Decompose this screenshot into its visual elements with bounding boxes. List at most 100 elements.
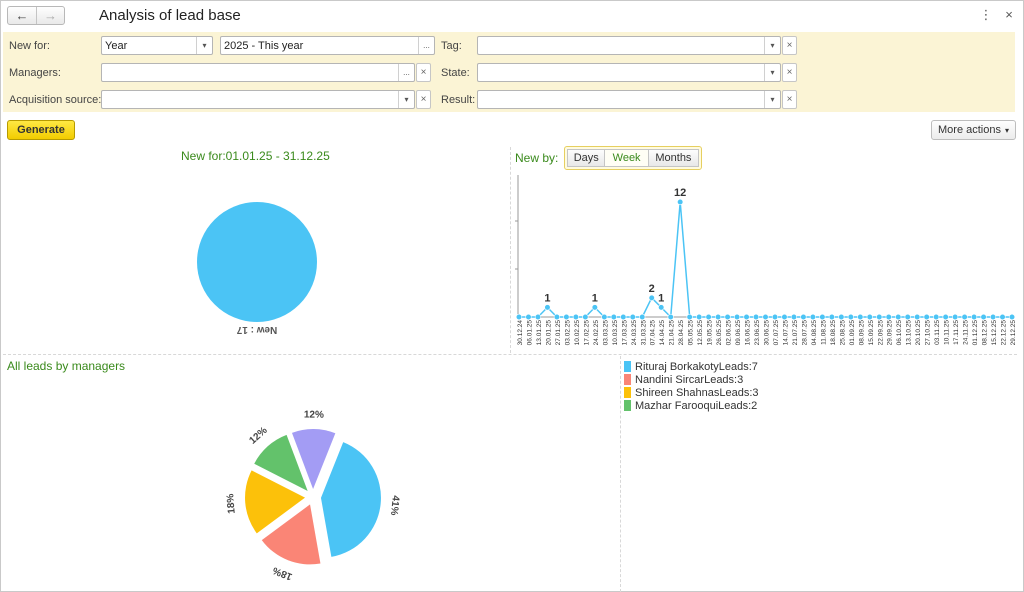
data-point (714, 313, 722, 321)
more-actions-button[interactable]: More actions ▾ (931, 120, 1016, 140)
clear-tag-icon[interactable]: × (782, 36, 797, 55)
managers-pie-chart: 41% 18% 18% 12% 12% (225, 410, 401, 582)
choice-ellipsis-icon[interactable]: ... (418, 37, 434, 54)
more-menu-icon[interactable]: ⋮ (979, 7, 993, 23)
pie-percent-label: 12% (304, 410, 324, 421)
managers-field[interactable]: ... (101, 63, 415, 82)
x-tick-label: 07.04.25 (650, 320, 657, 346)
data-point (809, 313, 817, 321)
legend-label: Nandini SircarLeads:3 (635, 373, 744, 386)
x-tick-label: 05.05.25 (688, 320, 695, 346)
period-field[interactable]: 2025 - This year ... (220, 36, 435, 55)
x-tick-label: 01.09.25 (849, 320, 856, 346)
chart-axes (515, 175, 1015, 318)
x-tick-label: 15.09.25 (868, 320, 875, 346)
data-point (790, 313, 798, 321)
data-point (733, 313, 741, 321)
section-divider (3, 354, 1017, 355)
tag-select[interactable]: ▾ (477, 36, 781, 55)
x-tick-label: 07.07.25 (773, 320, 780, 346)
data-point (885, 313, 892, 321)
pie-slice-new (197, 202, 317, 322)
legend-swatch (624, 387, 631, 398)
report-window: ← → Analysis of lead base ⋮ × New for: Y… (0, 0, 1024, 592)
clear-acquisition-source-icon[interactable]: × (416, 90, 431, 109)
legend-item: Nandini SircarLeads:3 (624, 373, 759, 386)
new-by-label: New by: (515, 151, 559, 165)
x-tick-label: 12.05.25 (697, 320, 704, 346)
data-point (648, 294, 655, 301)
dropdown-arrow-icon: ▾ (1004, 125, 1009, 135)
data-point (999, 313, 1006, 321)
filter-panel: New for: Year ▾ 2025 - This year ... Tag… (3, 32, 1015, 112)
data-point (771, 313, 779, 321)
data-point (525, 313, 532, 321)
data-point (724, 313, 731, 321)
data-point (828, 313, 835, 321)
legend-item: Mazhar FarooquiLeads:2 (624, 399, 759, 412)
dropdown-arrow-icon[interactable]: ▾ (764, 91, 780, 108)
data-point (895, 313, 902, 321)
period-type-select[interactable]: Year ▾ (101, 36, 213, 55)
dropdown-arrow-icon[interactable]: ▾ (196, 37, 212, 54)
x-tick-label: 22.12.25 (1001, 320, 1008, 346)
data-point (677, 198, 684, 206)
x-tick-label: 09.06.25 (735, 320, 742, 346)
data-label: 1 (658, 292, 664, 304)
back-arrow-icon[interactable]: ← (8, 7, 36, 24)
result-select[interactable]: ▾ (477, 90, 781, 109)
generate-button[interactable]: Generate (7, 120, 75, 140)
x-tick-label: 19.05.25 (707, 320, 714, 346)
data-point (686, 313, 693, 321)
x-tick-label: 03.11.25 (934, 320, 941, 345)
x-tick-label: 24.11.25 (963, 320, 970, 345)
x-tick-label: 18.08.25 (830, 320, 837, 346)
data-point (696, 313, 703, 321)
tag-label: Tag: (441, 40, 462, 52)
x-tick-label: 14.04.25 (659, 320, 666, 346)
managers-legend: Rituraj BorkakotyLeads:7 Nandini SircarLe… (624, 360, 759, 412)
days-button[interactable]: Days (567, 149, 606, 167)
acquisition-source-select[interactable]: ▾ (101, 90, 415, 109)
clear-result-icon[interactable]: × (782, 90, 797, 109)
data-point (582, 313, 589, 321)
x-tick-label: 29.12.25 (1010, 320, 1017, 346)
data-point (989, 313, 997, 321)
data-point (1008, 313, 1016, 321)
data-label: 1 (544, 292, 550, 304)
new-for-label: New for: (9, 40, 50, 52)
legend-swatch (624, 361, 631, 372)
dropdown-arrow-icon[interactable]: ▾ (764, 64, 780, 81)
dropdown-arrow-icon[interactable]: ▾ (398, 91, 414, 108)
x-tick-label: 13.01.25 (536, 320, 543, 346)
acquisition-source-label: Acquisition source: (9, 94, 102, 106)
x-tick-label: 17.03.25 (621, 320, 628, 346)
x-tick-label: 04.08.25 (811, 320, 818, 346)
clear-managers-icon[interactable]: × (416, 63, 431, 82)
period-type-value: Year (105, 39, 128, 52)
data-point (591, 304, 598, 311)
data-point (970, 313, 978, 321)
data-point (667, 313, 674, 321)
x-tick-label: 28.07.25 (801, 320, 808, 346)
state-label: State: (441, 67, 470, 79)
data-point (752, 313, 760, 321)
data-point (610, 313, 617, 321)
forward-arrow-icon[interactable]: → (36, 7, 64, 24)
more-actions-label: More actions (938, 124, 1001, 136)
close-icon[interactable]: × (1002, 7, 1016, 22)
choice-ellipsis-icon[interactable]: ... (398, 64, 414, 81)
state-select[interactable]: ▾ (477, 63, 781, 82)
period-toggle-group: Days Week Months (564, 146, 702, 170)
clear-state-icon[interactable]: × (782, 63, 797, 82)
x-tick-label: 29.09.25 (887, 320, 894, 346)
data-point (743, 313, 750, 321)
data-point (572, 313, 579, 321)
data-point (942, 313, 949, 321)
months-button[interactable]: Months (648, 149, 700, 167)
week-button[interactable]: Week (605, 149, 649, 167)
data-point (534, 313, 542, 321)
x-tick-label: 02.06.25 (726, 320, 733, 346)
dropdown-arrow-icon[interactable]: ▾ (764, 37, 780, 54)
legend-item: Shireen ShahnasLeads:3 (624, 386, 759, 399)
